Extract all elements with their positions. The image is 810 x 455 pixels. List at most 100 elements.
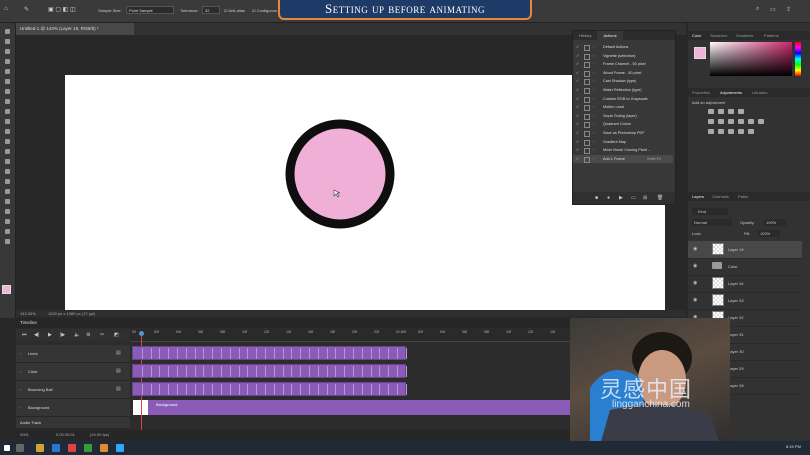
black-white-icon[interactable] xyxy=(738,119,744,124)
pen-tool-icon[interactable] xyxy=(4,179,11,185)
tab-paths[interactable]: Paths xyxy=(738,192,748,201)
color-picker-field[interactable] xyxy=(710,42,792,76)
film-strip-icon[interactable]: ▤ xyxy=(116,368,121,374)
dialog-toggle-icon[interactable] xyxy=(584,148,590,155)
photoshop-icon[interactable] xyxy=(116,444,124,452)
layer-row[interactable]: ◉ Layer 33 xyxy=(688,292,802,310)
timeline-track[interactable]: › Background xyxy=(16,399,130,417)
check-icon[interactable]: ✓ xyxy=(576,138,579,147)
tab-libraries[interactable]: Libraries xyxy=(752,88,767,97)
film-strip-icon[interactable]: ▤ xyxy=(116,386,121,392)
marquee-tool-icon[interactable] xyxy=(4,39,11,45)
check-icon[interactable]: ✓ xyxy=(576,120,579,129)
hue-saturation-icon[interactable] xyxy=(718,119,724,124)
eye-icon[interactable]: ◉ xyxy=(693,263,697,269)
frame-clips[interactable] xyxy=(132,382,407,396)
chevron-right-icon[interactable]: › xyxy=(593,43,594,52)
quick-select-tool-icon[interactable] xyxy=(4,59,11,65)
tab-patterns[interactable]: Patterns xyxy=(764,31,779,40)
new-set-icon[interactable]: ▭ xyxy=(631,195,636,201)
lasso-tool-icon[interactable] xyxy=(4,49,11,55)
check-icon[interactable]: ✓ xyxy=(576,52,579,61)
check-icon[interactable]: ✓ xyxy=(576,60,579,69)
document-tab[interactable]: Untitled-1 @ 143% (Layer 19, RGB/8) * xyxy=(16,23,134,35)
gradient-map-icon[interactable] xyxy=(738,129,744,134)
invert-icon[interactable] xyxy=(708,129,714,134)
move-tool-icon[interactable] xyxy=(4,29,11,35)
check-icon[interactable]: ✓ xyxy=(576,112,579,121)
play-icon[interactable]: ▶ xyxy=(48,332,52,338)
dodge-tool-icon[interactable] xyxy=(4,169,11,175)
check-icon[interactable]: ✓ xyxy=(576,43,579,52)
selective-color-icon[interactable] xyxy=(748,129,754,134)
healing-brush-icon[interactable] xyxy=(4,99,11,105)
tab-color[interactable]: Color xyxy=(692,31,702,40)
expand-arrow-icon[interactable]: › xyxy=(20,387,21,392)
chevron-right-icon[interactable]: › xyxy=(593,146,594,155)
frame-tool-icon[interactable] xyxy=(4,79,11,85)
action-item[interactable]: ✓ › Default Actions xyxy=(573,43,673,52)
audio-icon[interactable]: 🔈 xyxy=(74,332,80,338)
eye-icon[interactable]: ◉ xyxy=(693,246,697,252)
posterize-icon[interactable] xyxy=(718,129,724,134)
check-icon[interactable]: ✓ xyxy=(576,69,579,78)
layer-row[interactable]: ◉ Layer 34 xyxy=(688,275,802,293)
chevron-right-icon[interactable]: › xyxy=(593,138,594,147)
action-item[interactable]: ✓ › Wood Frame - 50 pixel xyxy=(573,69,673,78)
color-balance-icon[interactable] xyxy=(728,119,734,124)
tab-gradients[interactable]: Gradients xyxy=(736,31,753,40)
app-icon-orange[interactable] xyxy=(100,444,108,452)
dialog-toggle-icon[interactable] xyxy=(584,139,590,146)
eye-icon[interactable]: ◉ xyxy=(693,280,697,286)
history-brush-icon[interactable] xyxy=(4,129,11,135)
gradient-tool-icon[interactable] xyxy=(4,149,11,155)
next-frame-icon[interactable]: |▶ xyxy=(60,332,65,338)
action-item[interactable]: ✓ › Vignette (selection) xyxy=(573,52,673,61)
tab-channels[interactable]: Channels xyxy=(712,192,729,201)
chevron-right-icon[interactable]: › xyxy=(593,77,594,86)
clone-stamp-icon[interactable] xyxy=(4,119,11,125)
chevron-right-icon[interactable]: › xyxy=(593,112,594,121)
check-icon[interactable]: ✓ xyxy=(576,95,579,104)
chevron-right-icon[interactable]: › xyxy=(593,60,594,69)
new-action-icon[interactable]: ⊞ xyxy=(643,195,647,201)
blur-tool-icon[interactable] xyxy=(4,159,11,165)
film-strip-icon[interactable]: ▤ xyxy=(116,350,121,356)
check-icon[interactable]: ✓ xyxy=(576,77,579,86)
timeline-track[interactable]: › Color ▤ xyxy=(16,363,130,381)
action-item[interactable]: ✓ › Frame Channel - 50 pixel xyxy=(573,60,673,69)
vibrance-icon[interactable] xyxy=(708,119,714,124)
app-icon-red[interactable] xyxy=(68,444,76,452)
edge-icon[interactable] xyxy=(52,444,60,452)
path-select-icon[interactable] xyxy=(4,199,11,205)
chevron-right-icon[interactable]: › xyxy=(593,120,594,129)
action-item[interactable]: ✓ › Water Reflection (type) xyxy=(573,86,673,95)
check-icon[interactable]: ✓ xyxy=(576,86,579,95)
tab-adjustments[interactable]: Adjustments xyxy=(720,88,742,97)
zoom-tool-icon[interactable] xyxy=(4,229,11,235)
anti-alias-checkbox[interactable]: ☑ Anti-alias xyxy=(224,8,245,13)
sample-size-select[interactable]: Point Sample xyxy=(126,6,174,14)
selection-mode-icons[interactable]: ▣ ▢ ◧ ◫ xyxy=(48,6,76,13)
more-tools-icon[interactable] xyxy=(4,239,11,245)
threshold-icon[interactable] xyxy=(728,129,734,134)
home-icon[interactable]: ⌂ xyxy=(4,6,8,12)
dialog-toggle-icon[interactable] xyxy=(584,156,590,163)
dialog-toggle-icon[interactable] xyxy=(584,113,590,120)
action-item[interactable]: ✓ › Mixer Brush Cloning Paint ... xyxy=(573,146,673,155)
tab-layers[interactable]: Layers xyxy=(692,192,704,201)
background-clip[interactable]: Background xyxy=(148,400,578,415)
tab-actions[interactable]: Actions xyxy=(597,31,623,40)
check-icon[interactable]: ✓ xyxy=(576,155,579,164)
dialog-toggle-icon[interactable] xyxy=(584,105,590,112)
file-explorer-icon[interactable] xyxy=(36,444,44,452)
first-frame-icon[interactable]: ⏮ xyxy=(22,332,27,338)
chevron-right-icon[interactable]: › xyxy=(593,52,594,61)
timeline-track[interactable]: › Lines ▤ xyxy=(16,345,130,363)
eraser-tool-icon[interactable] xyxy=(4,139,11,145)
exposure-icon[interactable] xyxy=(738,109,744,114)
action-item[interactable]: ✓ › Save as Photoshop PDF xyxy=(573,129,673,138)
dialog-toggle-icon[interactable] xyxy=(584,131,590,137)
expand-arrow-icon[interactable]: › xyxy=(20,405,21,410)
hue-slider[interactable] xyxy=(795,42,801,76)
